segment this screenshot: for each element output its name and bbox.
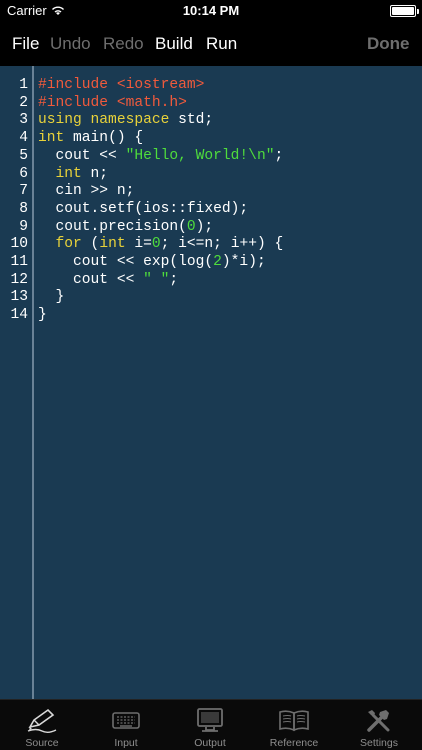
tab-input[interactable]: Input [84,700,168,750]
code-token: cin >> n; [38,183,135,200]
code-token: ; [169,271,179,288]
tab-bar: Source Input Output Reference Settings [0,699,422,750]
book-icon [252,706,336,734]
code-token: int [99,236,126,253]
code-token: ( [81,236,100,253]
tab-input-label: Input [114,737,138,749]
line-number: 1 [19,77,28,93]
code-token: } [38,289,65,306]
undo-button[interactable]: Undo [50,34,91,54]
code-text: cout << "Hello, World!\n"; [38,147,284,165]
monitor-icon [168,706,252,734]
code-text: } [38,288,65,306]
line-number: 13 [10,289,28,306]
code-token: using namespace [38,112,170,129]
code-token: n; [81,165,109,182]
code-token: cout << exp(log( [38,254,214,270]
file-button[interactable]: File [12,34,39,54]
tab-output-label: Output [194,737,226,749]
code-token: )*i); [221,254,266,270]
line-number: 8 [19,200,28,217]
code-token: i= [125,236,152,253]
code-text: cout.setf(ios::fixed); [38,200,249,218]
code-token: std; [169,112,214,129]
line-number: 4 [19,130,28,147]
status-bar: Carrier 10:14 PM [0,0,422,22]
code-token: " " [143,271,170,288]
code-text: int main() { [38,129,143,147]
code-text: #include <iostream> [38,76,204,94]
code-token: ; [274,147,284,164]
code-text: cout.precision(0); [38,218,214,236]
code-text: #include <math.h> [38,94,187,112]
code-token: int [55,165,82,182]
code-text: int n; [38,165,109,183]
code-token: 0 [151,236,161,253]
code-token: 2 [213,254,222,270]
keyboard-icon [84,706,168,734]
code-token: } [38,307,47,324]
tab-reference[interactable]: Reference [252,700,336,750]
code-token: cout << [38,271,144,288]
pen-icon [0,706,84,734]
line-number: 12 [10,271,28,288]
code-token: "Hello, World!\n" [125,147,275,164]
tab-output[interactable]: Output [168,700,252,750]
line-number: 14 [10,307,28,324]
line-number: 2 [19,94,28,111]
done-button[interactable]: Done [367,34,410,54]
line-number: 9 [19,218,28,235]
code-token: cout << [38,147,126,164]
code-text: using namespace std; [38,111,213,129]
code-token: int [38,130,65,147]
code-token: for [55,236,82,253]
code-editor[interactable]: 1 #include <iostream> 2 #include <math.h> 3 u… [0,66,422,699]
code-token: cout.setf(ios::fixed); [38,200,249,217]
line-number: 3 [19,112,28,129]
build-button[interactable]: Build [155,34,193,54]
code-token: #include <iostream> [38,77,205,93]
code-text: } [38,306,47,324]
battery-icon [390,5,419,17]
tools-icon [336,706,422,734]
line-number: 5 [19,147,28,164]
status-time: 10:14 PM [182,3,240,18]
tab-source-label: Source [25,737,59,749]
tab-source[interactable]: Source [0,700,84,750]
code-token: main() { [64,130,144,147]
code-text: cin >> n; [38,182,135,200]
code-text: cout << " "; [38,271,178,289]
tab-reference-label: Reference [269,737,319,749]
run-button[interactable]: Run [206,34,237,54]
line-number: 10 [10,236,28,253]
line-number: 11 [10,254,28,270]
code-token: ; i<=n; i++) { [160,236,284,253]
code-token: ); [195,218,214,235]
gutter-divider [32,66,34,699]
code-token: cout.precision( [38,218,187,235]
tab-settings[interactable]: Settings [336,700,422,750]
line-number: 7 [19,183,28,200]
code-token: #include <math.h> [38,94,187,111]
toolbar: File Undo Redo Build Run Done [0,22,422,66]
code-text: for (int i=0; i<=n; i++) { [38,235,284,253]
code-text: cout << exp(log(2)*i); [38,253,266,271]
code-token: 0 [186,218,196,235]
redo-button[interactable]: Redo [103,34,144,54]
tab-settings-label: Settings [360,737,398,749]
line-number: 6 [19,165,28,182]
